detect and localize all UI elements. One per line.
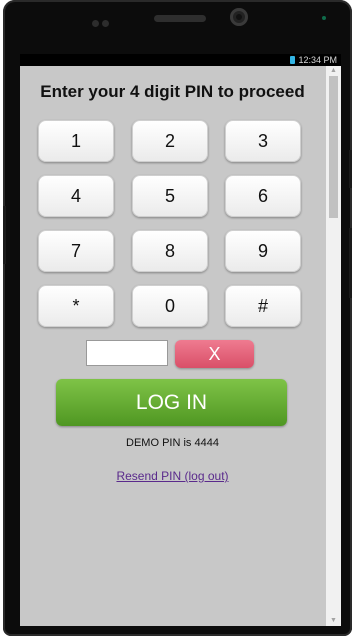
key-hash-button[interactable]: # [225, 285, 301, 327]
key-5-button[interactable]: 5 [132, 175, 208, 217]
key-2-button[interactable]: 2 [132, 120, 208, 162]
phone-screen: 12:34 PM Enter your 4 digit PIN to proce… [20, 54, 341, 626]
side-button [3, 206, 6, 264]
key-7-button[interactable]: 7 [38, 230, 114, 272]
key-8-button[interactable]: 8 [132, 230, 208, 272]
key-1-button[interactable]: 1 [38, 120, 114, 162]
login-button[interactable]: LOG IN [56, 379, 287, 426]
clear-button[interactable]: X [175, 340, 254, 368]
phone-frame: 12:34 PM Enter your 4 digit PIN to proce… [3, 0, 352, 636]
pin-page: Enter your 4 digit PIN to proceed 1 2 3 … [20, 66, 325, 626]
status-bar: 12:34 PM [20, 54, 341, 66]
key-9-button[interactable]: 9 [225, 230, 301, 272]
speaker-grille [154, 15, 206, 22]
key-0-button[interactable]: 0 [132, 285, 208, 327]
key-3-button[interactable]: 3 [225, 120, 301, 162]
key-6-button[interactable]: 6 [225, 175, 301, 217]
pin-input[interactable] [86, 340, 168, 366]
front-camera-icon [230, 8, 248, 26]
status-time: 12:34 PM [298, 55, 337, 65]
led-indicator [322, 16, 326, 20]
scroll-up-icon[interactable]: ▲ [330, 67, 337, 75]
scrollbar[interactable]: ▲ ▼ [326, 66, 341, 626]
scroll-thumb[interactable] [329, 76, 338, 218]
demo-pin-text: DEMO PIN is 4444 [126, 437, 219, 449]
side-button [349, 150, 352, 188]
scroll-down-icon[interactable]: ▼ [330, 617, 337, 625]
sensor-icon [102, 20, 109, 27]
battery-icon [290, 56, 296, 64]
side-button [349, 228, 352, 298]
resend-pin-link[interactable]: Resend PIN (log out) [20, 469, 325, 483]
sensor-icon [92, 20, 99, 27]
key-star-button[interactable]: * [38, 285, 114, 327]
page-title: Enter your 4 digit PIN to proceed [40, 82, 305, 101]
key-4-button[interactable]: 4 [38, 175, 114, 217]
